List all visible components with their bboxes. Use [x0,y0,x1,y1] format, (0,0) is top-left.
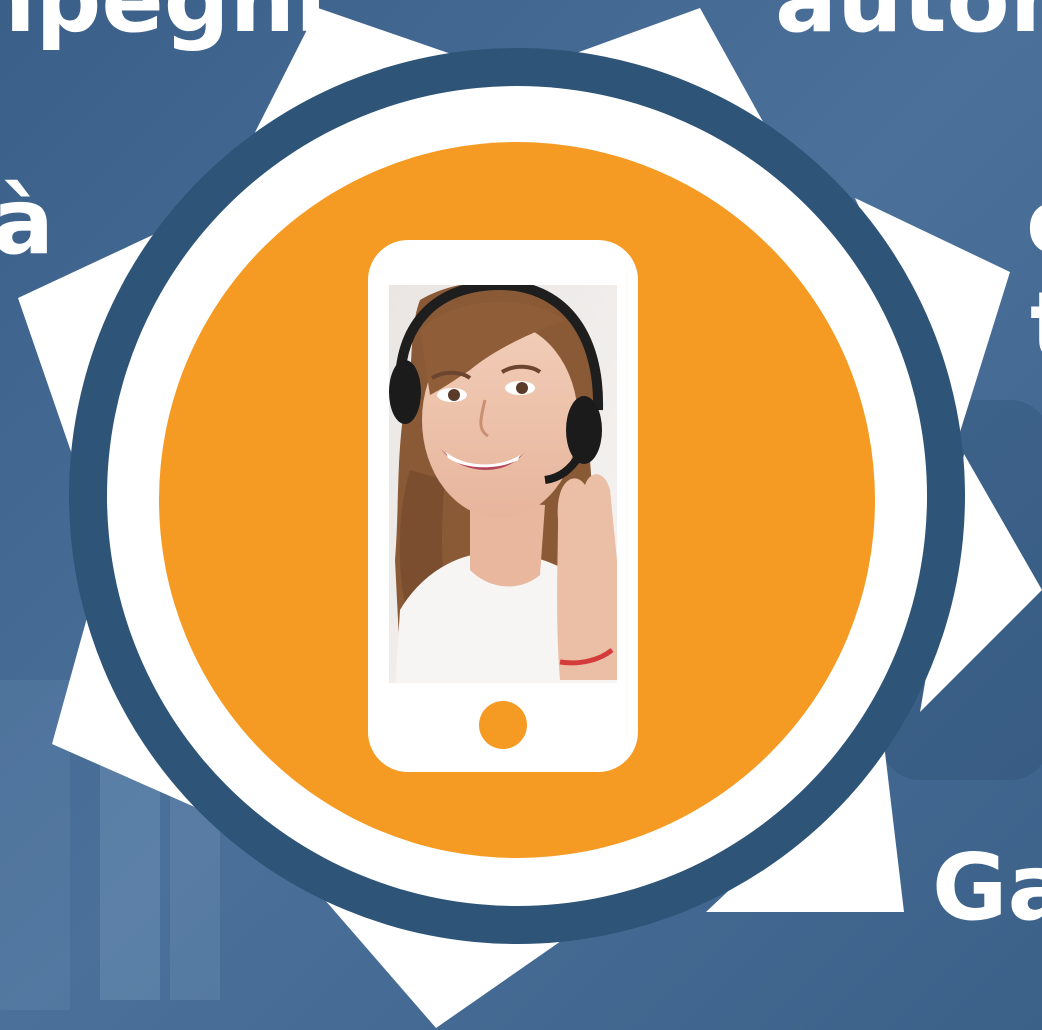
home-button [479,701,527,749]
text-fragment-bottom-right: Ga [932,834,1042,941]
smartphone-icon [368,240,638,772]
text-fragment-top-left: npegni [0,0,327,46]
headset-operator-photo [389,285,617,683]
text-fragment-mid-left: à [0,168,55,275]
text-fragment-top-right: autom [775,0,1042,46]
sunburst-graphic [0,0,1042,1030]
illustration-stage: npegni autom à c t Ga [0,0,1042,1030]
text-fragment-right-upper: c [1026,176,1042,268]
text-fragment-right-lower: t [1030,280,1042,372]
